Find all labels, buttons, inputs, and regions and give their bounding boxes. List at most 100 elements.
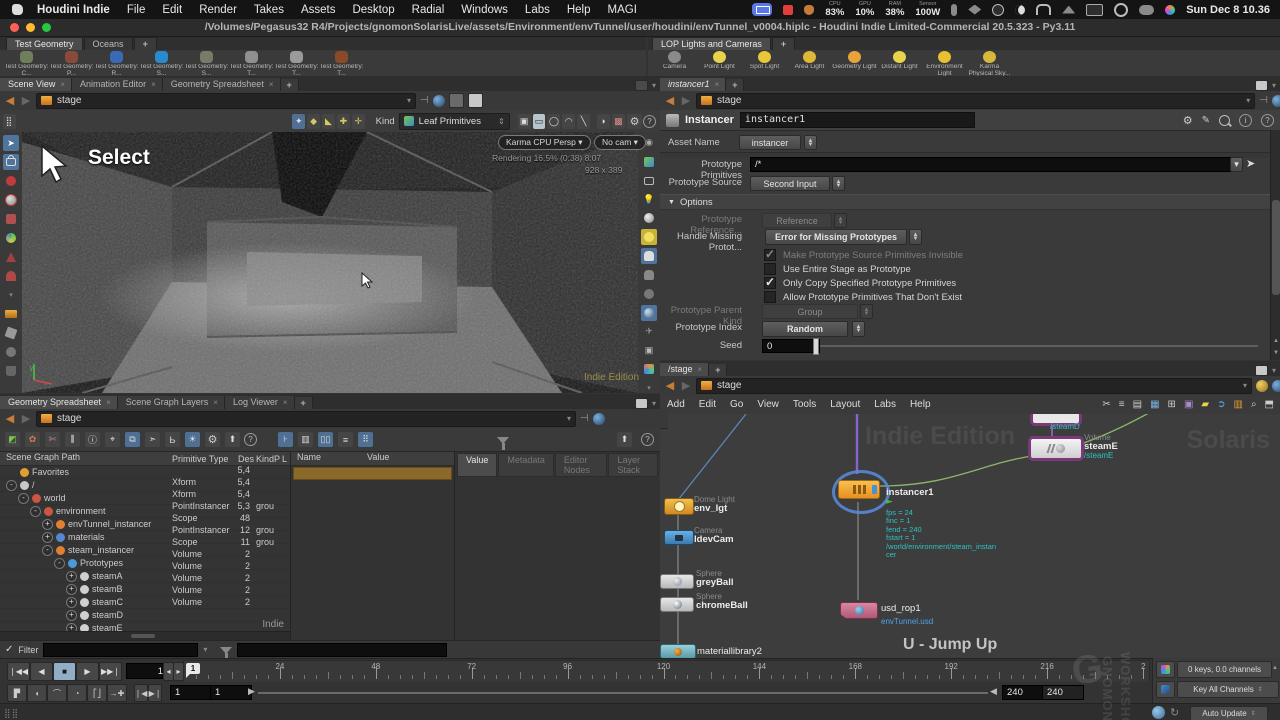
renderer-dropdown[interactable]: Karma CPU Persp ▾	[498, 135, 591, 150]
apple-menu-icon[interactable]	[12, 4, 23, 15]
network-node-instancer1[interactable]	[838, 480, 880, 499]
shadows-icon[interactable]	[641, 267, 657, 283]
prototype-parent-kind-spinner[interactable]: ▲▼	[860, 304, 873, 319]
realtime-toggle-icon[interactable]: ◔	[67, 684, 87, 702]
collection-icon[interactable]: ✄	[45, 432, 60, 447]
menu-clock[interactable]: Sun Dec 8 10.36	[1186, 4, 1270, 16]
wifi-icon[interactable]	[1062, 6, 1075, 14]
tree-row[interactable]: + steamB	[0, 583, 290, 596]
network-graph[interactable]: Indie Edition Solaris U - Jump Up Dome L…	[660, 414, 1280, 658]
spreadsheet-filter-funnel-icon[interactable]	[497, 437, 509, 444]
handle-missing-dropdown[interactable]: Error for Missing Prototypes	[765, 229, 907, 245]
pane-layout-icon-4[interactable]	[635, 398, 648, 409]
tree-row[interactable]: Favorites	[0, 466, 290, 479]
handles-tool-icon[interactable]	[3, 249, 19, 265]
sticky-note-icon[interactable]: ▰	[1201, 399, 1209, 410]
scene-path-field[interactable]: stage ▾	[36, 93, 416, 109]
set-key-icon[interactable]: →✚	[107, 684, 127, 702]
list-view-icon[interactable]: ≡	[1119, 399, 1125, 410]
link-badge-icon[interactable]	[433, 95, 445, 107]
tree-expander[interactable]: -	[6, 480, 17, 491]
tab-scene-view[interactable]: Scene View×	[0, 78, 72, 91]
pane-menu-chevron-icon[interactable]: ▾	[652, 81, 656, 90]
param-info-icon[interactable]: i	[1239, 114, 1252, 127]
jump-end-button[interactable]: ▶▶❘	[99, 662, 122, 681]
playhead-flag[interactable]: 1	[186, 663, 200, 674]
node-name-field[interactable]: instancer1	[740, 112, 975, 128]
tree-row[interactable]: + steamC	[0, 596, 290, 609]
tree-expander[interactable]: -	[18, 493, 29, 504]
snap-options-chevron-icon[interactable]: ▾	[3, 287, 19, 303]
shelf-tool[interactable]: Area Light	[787, 51, 832, 76]
select-detail-mode-icon[interactable]: ✛	[352, 114, 365, 129]
tree-path-dropdown-icon[interactable]: ▾	[567, 414, 571, 423]
tree-help-icon[interactable]: ?	[244, 433, 257, 446]
menu-takes[interactable]: Takes	[254, 4, 284, 16]
sensor-status[interactable]: Sensor100W	[915, 2, 940, 17]
graph-tree-icon[interactable]: ◩	[5, 432, 20, 447]
shelf-tab-oceans[interactable]: Oceans	[84, 37, 133, 50]
menu-windows[interactable]: Windows	[461, 4, 508, 16]
screen-share-icon[interactable]	[752, 3, 772, 16]
tab-scene-graph-layers[interactable]: Scene Graph Layers×	[118, 396, 225, 409]
shelf-tool[interactable]: Karma Physical Sky...	[967, 51, 1012, 76]
checkbox[interactable]	[764, 249, 776, 261]
param-back-icon[interactable]: ◀	[664, 94, 676, 107]
tab-geometry-spreadsheet-top[interactable]: Geometry Spreadsheet×	[163, 78, 281, 91]
shelf-tool[interactable]: Test Geometry: T...	[274, 51, 319, 76]
sun-badge-icon[interactable]: ☀	[185, 432, 200, 447]
flame-icon[interactable]	[804, 5, 814, 15]
seed-field[interactable]: 0	[762, 339, 820, 353]
trash-icon[interactable]	[3, 363, 19, 379]
network-menu-item[interactable]: Labs	[874, 399, 896, 410]
select-points-mode-icon[interactable]: ◆	[307, 114, 320, 129]
tab-instancer1[interactable]: instancer1×	[660, 78, 726, 91]
status-grip-icon[interactable]: ⣿⣿	[4, 708, 19, 719]
tree-path-field[interactable]: stage ▾	[36, 411, 576, 427]
value-tab[interactable]: Editor Nodes	[555, 453, 608, 477]
param-brush-icon[interactable]: ✎	[1202, 115, 1210, 126]
prototype-index-spinner[interactable]: ▲▼	[852, 321, 865, 337]
ss-values-icon[interactable]: ⠿	[358, 432, 373, 447]
param-scrollbar[interactable]: ▲ ▼	[1270, 130, 1280, 360]
menu-file[interactable]: File	[127, 4, 146, 16]
net-path-dropdown-icon[interactable]: ▾	[1243, 381, 1247, 390]
ss-split-mode-icon[interactable]: ▯▯	[318, 432, 333, 447]
lasso-select-icon[interactable]: ◯	[547, 114, 560, 129]
select-prims-mode-icon[interactable]: ✚	[337, 114, 350, 129]
tree-hscrollbar[interactable]	[0, 631, 290, 640]
tree-expander[interactable]: +	[66, 597, 77, 608]
seed-slider-handle[interactable]	[813, 338, 819, 355]
shelf-tool[interactable]: Geometry Light	[832, 51, 877, 76]
network-menu-item[interactable]: Tools	[793, 399, 816, 410]
snapshot-cube-icon[interactable]	[449, 93, 464, 108]
tree-back-icon[interactable]: ◀	[4, 412, 16, 425]
gpu-status[interactable]: GPU10%	[855, 2, 874, 17]
shelf-tab-lop-lights[interactable]: LOP Lights and Cameras	[652, 37, 771, 50]
tree-row[interactable]: + steamA	[0, 570, 290, 583]
recook-icon[interactable]: ↻	[1170, 706, 1179, 719]
prototype-source-dropdown[interactable]: Second Input	[750, 176, 830, 191]
key-all-channels-dropdown[interactable]: Key All Channels⇕	[1177, 681, 1279, 698]
tree-expander[interactable]: +	[66, 584, 77, 595]
pane-menu-chevron-icon-4[interactable]: ▾	[652, 399, 656, 408]
color-scheme-icon[interactable]	[641, 361, 657, 377]
shelf-tool[interactable]: Test Geometry: R...	[94, 51, 139, 76]
hierarchy-icon[interactable]: Ь	[165, 432, 180, 447]
pane-layout-icon[interactable]	[635, 80, 648, 91]
select-tool-icon[interactable]: ➤	[3, 135, 19, 151]
network-node-ldevcam[interactable]	[664, 530, 694, 545]
viewport-settings-gear-icon[interactable]: ⚙	[627, 114, 642, 129]
forward-icon[interactable]: ▶	[20, 94, 32, 107]
tree-expander[interactable]: +	[42, 519, 53, 530]
display-square-icon[interactable]	[468, 93, 483, 108]
network-menu-item[interactable]: Help	[910, 399, 931, 410]
select-visible-icon[interactable]: ◗	[597, 114, 610, 129]
range-end-field[interactable]: 240	[1002, 685, 1044, 700]
col-value[interactable]: Value	[367, 452, 389, 462]
network-node-steame[interactable]	[1028, 436, 1084, 461]
shelf-tool[interactable]: Test Geometry: P...	[49, 51, 94, 76]
select-edges-mode-icon[interactable]: ◣	[322, 114, 335, 129]
net-forward-icon[interactable]: ▶	[680, 379, 692, 392]
keyboard-icon[interactable]	[1086, 4, 1103, 16]
